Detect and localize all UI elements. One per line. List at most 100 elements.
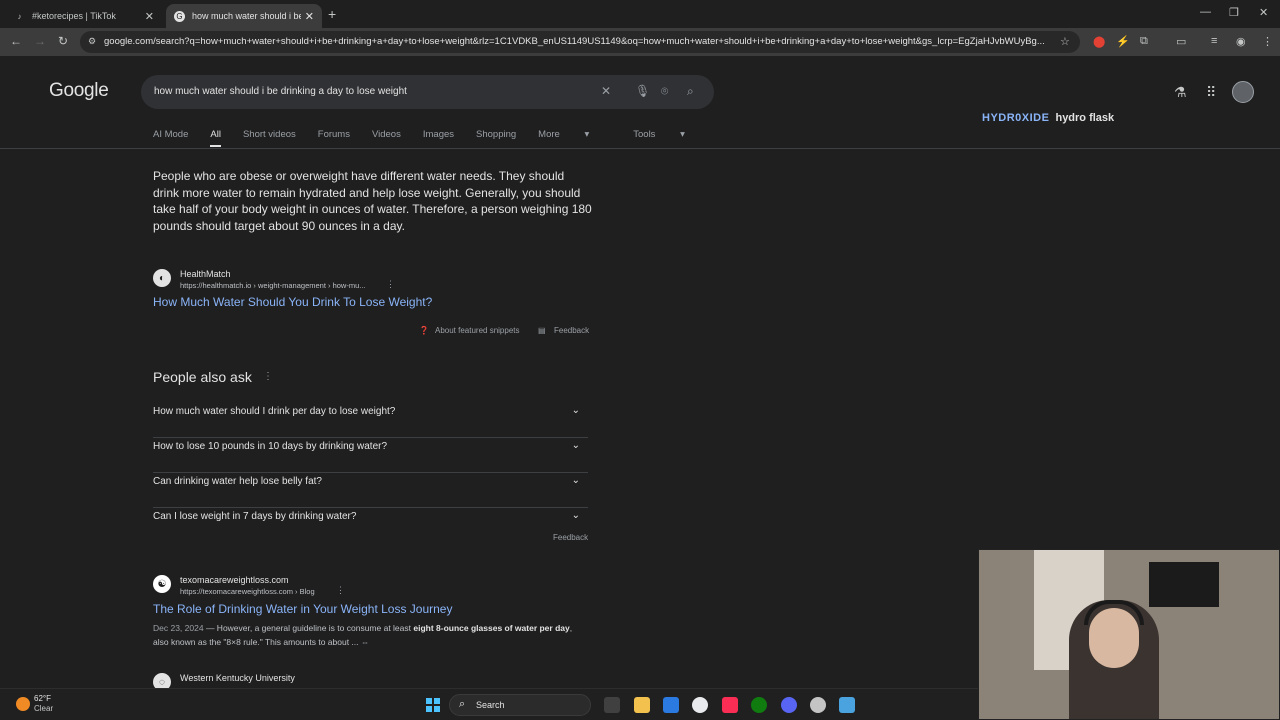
source-url: https://texomacareweightloss.com › Blog <box>180 587 315 596</box>
webcam-overlay <box>978 549 1280 720</box>
tab-tools[interactable]: Tools ▾ <box>633 129 707 140</box>
minimize-icon[interactable]: — <box>1200 6 1211 18</box>
new-tab-icon[interactable]: + <box>328 6 336 22</box>
search-icon[interactable]: ⌕ <box>687 84 694 99</box>
featured-snippet-text: People who are obese or overweight have … <box>153 169 592 234</box>
reload-icon[interactable]: ↻ <box>58 34 68 48</box>
feedback-link[interactable]: Feedback <box>554 326 589 335</box>
paa-question[interactable]: Can drinking water help lose belly fat? … <box>153 473 588 508</box>
close-window-icon[interactable]: ✕ <box>1259 6 1268 19</box>
source-name: texomacareweightloss.com <box>180 575 289 585</box>
source-url: https://healthmatch.io › weight-manageme… <box>180 281 366 290</box>
address-url: google.com/search?q=how+much+water+shoul… <box>104 36 1045 47</box>
ad-brand-primary: HYDR0XIDE <box>982 112 1050 124</box>
lens-icon[interactable]: ⌾ <box>661 84 668 99</box>
tab-images[interactable]: Images <box>423 129 454 140</box>
tab-forums[interactable]: Forums <box>318 129 350 140</box>
notepad-icon[interactable] <box>839 697 855 713</box>
media-control-icon[interactable]: ≡ <box>1211 35 1217 47</box>
browser-tabstrip: ♪ #ketorecipes | TikTok ✕ G how much wat… <box>0 0 1280 28</box>
result-snippet: Dec 23, 2024 — However, a general guidel… <box>153 621 583 649</box>
site-info-icon[interactable]: ⚙ <box>88 36 96 47</box>
featured-result-link[interactable]: How Much Water Should You Drink To Lose … <box>153 295 432 309</box>
music-icon[interactable] <box>722 697 738 713</box>
tab-title: how much water should i be dr <box>192 11 301 21</box>
extension-red-icon[interactable]: ⬤ <box>1093 35 1105 48</box>
bookmark-star-icon[interactable]: ☆ <box>1060 35 1070 48</box>
chevron-down-icon: ⌄ <box>571 405 580 416</box>
task-view-icon[interactable] <box>604 697 620 713</box>
more-options-icon[interactable]: ⋮ <box>336 585 345 596</box>
store-icon[interactable] <box>663 697 679 713</box>
browser-tab-google[interactable]: G how much water should i be dr ✕ <box>166 4 322 28</box>
chevron-down-icon: ⌄ <box>571 475 580 486</box>
chrome-icon[interactable] <box>692 697 708 713</box>
google-favicon-icon: G <box>174 10 185 22</box>
result-link[interactable]: The Role of Drinking Water in Your Weigh… <box>153 602 452 616</box>
divider <box>0 148 1280 149</box>
apps-grid-icon[interactable]: ⠿ <box>1206 84 1216 101</box>
tab-videos[interactable]: Videos <box>372 129 401 140</box>
ad-banner[interactable]: HYDR0XIDE hydro flask <box>982 112 1114 124</box>
search-box[interactable]: how much water should i be drinking a da… <box>141 75 714 109</box>
address-bar[interactable]: ⚙ google.com/search?q=how+much+water+sho… <box>80 31 1080 53</box>
source-name: Western Kentucky University <box>180 673 295 683</box>
tab-short-videos[interactable]: Short videos <box>243 129 296 140</box>
profile-icon[interactable]: ◉ <box>1236 35 1246 48</box>
paa-question[interactable]: Can I lose weight in 7 days by drinking … <box>153 508 588 543</box>
healthmatch-favicon-icon: ◐ <box>153 269 171 287</box>
extensions-puzzle-icon[interactable]: ⧉ <box>1140 35 1148 48</box>
file-explorer-icon[interactable] <box>634 697 650 713</box>
extension-blue-icon[interactable]: ⚡ <box>1116 35 1130 48</box>
discord-icon[interactable] <box>781 697 797 713</box>
feedback-icon: ▤ <box>538 326 546 335</box>
chevron-down-icon: ⌄ <box>571 510 580 521</box>
arrow-right-icon[interactable]: → <box>34 34 46 48</box>
taskbar: 62°F Clear ⌕ Search <box>0 688 978 720</box>
paa-question-text: Can drinking water help lose belly fat? <box>153 476 322 487</box>
paa-question[interactable]: How much water should I drink per day to… <box>153 403 588 438</box>
about-featured-snippets[interactable]: About featured snippets <box>435 326 520 335</box>
flask-icon[interactable]: ⚗ <box>1174 84 1187 101</box>
taskbar-search[interactable]: ⌕ Search <box>449 694 591 716</box>
more-options-icon[interactable]: ⋮ <box>386 279 395 290</box>
close-tab-icon[interactable]: ✕ <box>305 10 314 23</box>
mic-icon[interactable]: 🎙︎ <box>635 84 650 98</box>
tab-tools-label: Tools <box>633 129 656 140</box>
tab-all[interactable]: All <box>210 129 221 147</box>
tab-ai-mode[interactable]: AI Mode <box>153 129 188 140</box>
tab-shopping[interactable]: Shopping <box>476 129 516 140</box>
restore-icon[interactable]: ❐ <box>1229 6 1239 19</box>
chevron-down-icon: ⌄ <box>571 440 580 451</box>
google-logo[interactable]: Google <box>49 80 109 102</box>
app-icon[interactable] <box>810 697 826 713</box>
paa-feedback-link[interactable]: Feedback <box>553 533 588 542</box>
weather-condition: Clear <box>34 704 54 713</box>
chevron-down-icon: ▾ <box>584 129 590 140</box>
paa-question[interactable]: How to lose 10 pounds in 10 days by drin… <box>153 438 588 473</box>
link-icon[interactable]: ⇔ <box>361 637 370 647</box>
taskbar-search-label: Search <box>476 700 505 710</box>
paa-title: People also ask <box>153 369 252 385</box>
xbox-icon[interactable] <box>751 697 767 713</box>
search-nav-tabs: AI Mode All Short videos Forums Videos I… <box>153 129 729 147</box>
tab-more-label: More <box>538 129 560 140</box>
more-options-icon[interactable]: ⋮ <box>263 371 273 382</box>
browser-tab-tiktok[interactable]: ♪ #ketorecipes | TikTok ✕ <box>6 4 162 28</box>
weather-icon <box>16 697 30 711</box>
windows-start-icon[interactable] <box>426 698 440 712</box>
tab-more[interactable]: More ▾ <box>538 129 611 140</box>
kebab-menu-icon[interactable]: ⋮ <box>1262 35 1273 48</box>
clear-icon[interactable]: ✕ <box>601 84 611 98</box>
webcam-tv <box>1149 562 1219 607</box>
search-query[interactable]: how much water should i be drinking a da… <box>154 86 407 97</box>
ad-brand-secondary: hydro flask <box>1055 112 1115 124</box>
arrow-left-icon[interactable]: ← <box>10 34 22 48</box>
avatar[interactable] <box>1232 81 1254 103</box>
snippet-text: — However, a general guideline is to con… <box>203 623 414 633</box>
source-name: HealthMatch <box>180 269 231 279</box>
close-tab-icon[interactable]: ✕ <box>145 10 154 23</box>
sidepanel-icon[interactable]: ▭ <box>1176 35 1186 48</box>
result-date: Dec 23, 2024 <box>153 623 204 633</box>
paa-question-text: How to lose 10 pounds in 10 days by drin… <box>153 441 388 452</box>
